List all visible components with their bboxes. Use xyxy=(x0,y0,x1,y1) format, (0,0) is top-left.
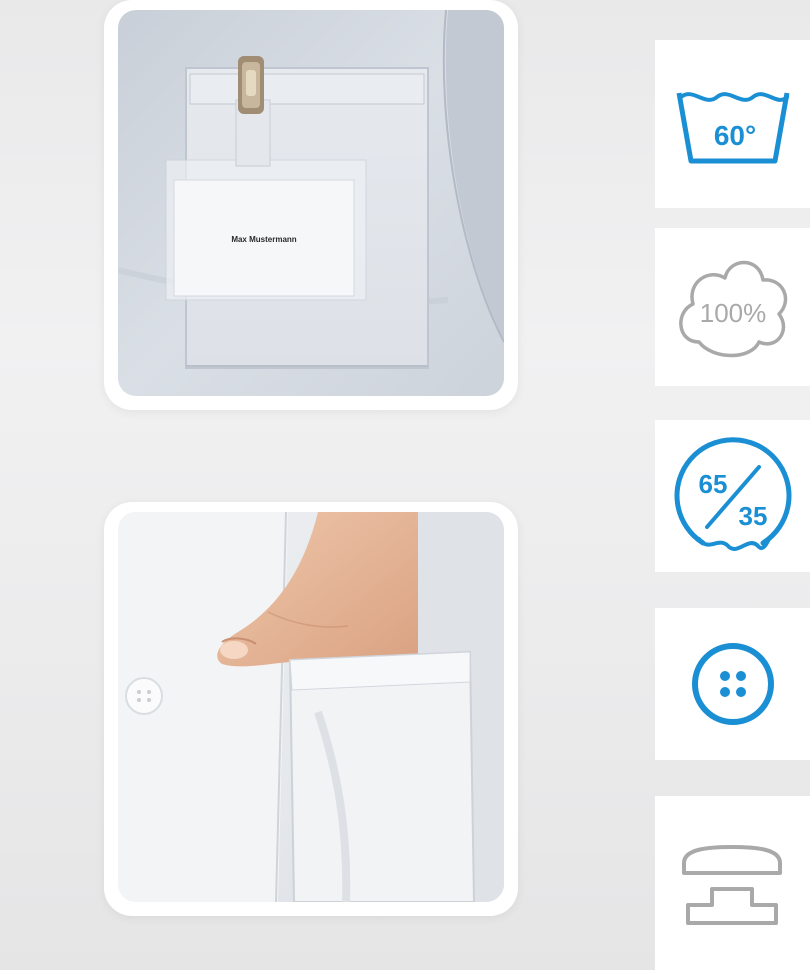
blend-65-35-tile: 65 35 xyxy=(655,420,810,572)
cotton-percent-text: 100% xyxy=(699,298,766,328)
press-stud-icon xyxy=(681,845,782,925)
blend-top-text: 65 xyxy=(698,469,727,499)
cotton-100-tile: 100% xyxy=(655,228,810,386)
button-icon xyxy=(691,643,774,725)
side-pocket-photo xyxy=(118,512,504,902)
blend-bottom-text: 35 xyxy=(738,501,767,531)
photo-card-side-pocket xyxy=(104,502,518,916)
cotton-100-icon: 100% xyxy=(678,260,787,358)
badge-name-text: Max Mustermann xyxy=(231,235,296,244)
photo-card-chest-pocket: Max Mustermann xyxy=(104,0,518,410)
wash-temperature-text: 60° xyxy=(713,120,755,151)
blend-65-35-icon: 65 35 xyxy=(674,437,791,551)
press-stud-tile xyxy=(655,796,810,970)
button-tile xyxy=(655,608,810,760)
wash-60-tile: 60° xyxy=(655,40,810,208)
chest-pocket-photo: Max Mustermann xyxy=(118,10,504,396)
wash-60-icon: 60° xyxy=(676,92,789,164)
